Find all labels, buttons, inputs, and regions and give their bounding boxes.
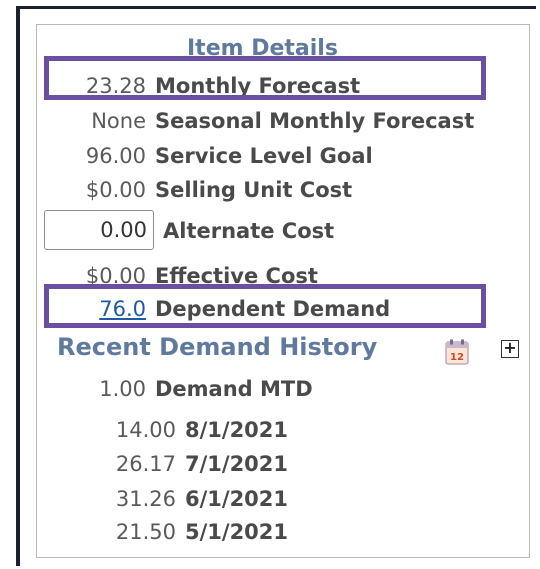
seasonal-forecast-label: Seasonal Monthly Forecast	[155, 109, 475, 133]
selling-cost-value: $0.00	[85, 178, 146, 202]
selling-cost-label: Selling Unit Cost	[155, 178, 353, 202]
alternate-cost-row: Alternate Cost	[163, 214, 334, 248]
calendar-icon[interactable]: 12	[445, 339, 469, 365]
history-row: 31.26 6/1/2021	[37, 482, 288, 516]
demand-mtd-label: Demand MTD	[155, 377, 313, 401]
selling-cost-row: $0.00 Selling Unit Cost	[37, 173, 352, 207]
history-value: 21.50	[115, 520, 176, 544]
alternate-cost-input[interactable]	[44, 210, 154, 250]
history-row: 21.50 5/1/2021	[37, 515, 288, 549]
dependent-demand-highlight	[44, 284, 486, 328]
service-level-label: Service Level Goal	[155, 144, 373, 168]
history-row: 14.00 8/1/2021	[37, 413, 288, 447]
demand-mtd-value: 1.00	[99, 377, 146, 401]
calendar-icon-text: 12	[450, 352, 464, 363]
history-value: 26.17	[115, 452, 176, 476]
history-date: 7/1/2021	[185, 452, 289, 476]
history-date: 8/1/2021	[185, 418, 289, 442]
seasonal-forecast-value: None	[91, 109, 146, 133]
history-date: 6/1/2021	[185, 487, 289, 511]
plus-box-icon[interactable]: +	[501, 340, 519, 358]
seasonal-forecast-row: None Seasonal Monthly Forecast	[37, 104, 474, 138]
recent-demand-history-heading: Recent Demand History	[57, 333, 378, 361]
history-value: 14.00	[115, 418, 176, 442]
monthly-forecast-highlight	[44, 56, 486, 100]
alternate-cost-label: Alternate Cost	[163, 219, 335, 243]
history-date: 5/1/2021	[185, 520, 289, 544]
history-row: 26.17 7/1/2021	[37, 447, 288, 481]
demand-mtd-row: 1.00 Demand MTD	[37, 372, 313, 406]
history-value: 31.26	[115, 487, 176, 511]
service-level-row: 96.00 Service Level Goal	[37, 139, 373, 173]
service-level-value: 96.00	[85, 144, 146, 168]
